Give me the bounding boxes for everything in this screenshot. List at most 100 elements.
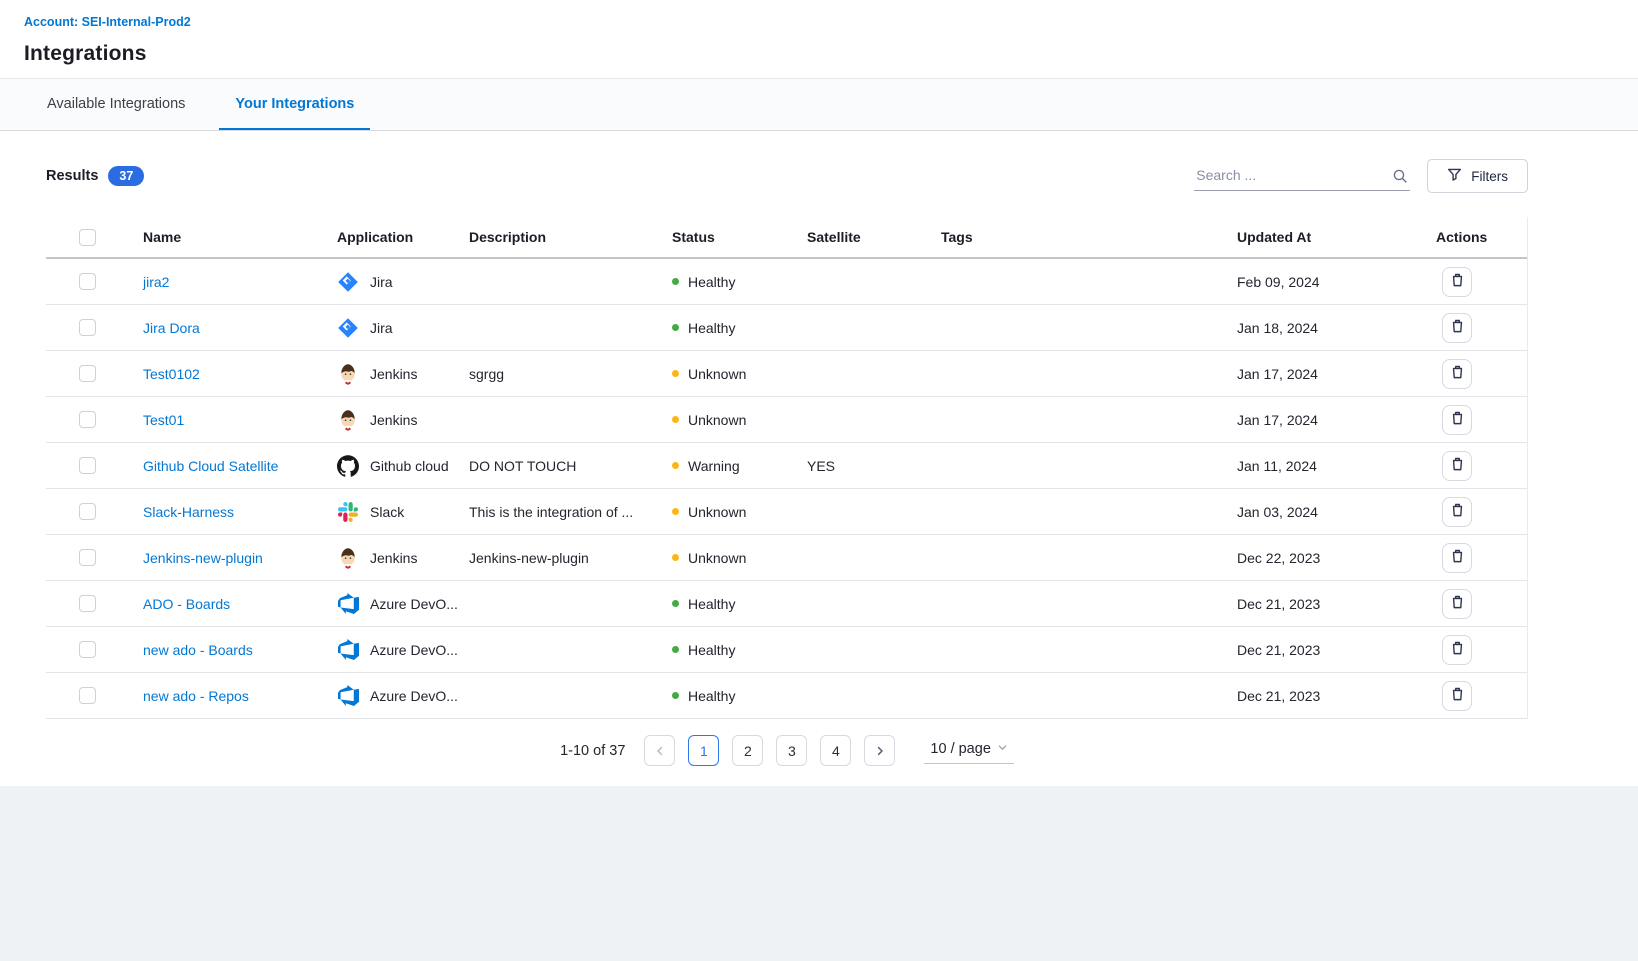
table-row: new ado - Boards Azure DevO... Healthy D… — [46, 627, 1527, 673]
chevron-right-icon — [874, 745, 886, 757]
integration-name-link[interactable]: Jenkins-new-plugin — [143, 550, 263, 566]
select-all-checkbox[interactable] — [79, 229, 96, 246]
results-count-badge: 37 — [108, 166, 144, 186]
table-row: new ado - Repos Azure DevO... Healthy De… — [46, 673, 1527, 719]
row-description: Jenkins-new-plugin — [469, 550, 672, 566]
filters-button-label: Filters — [1471, 169, 1508, 184]
row-updated-at: Feb 09, 2024 — [1237, 274, 1436, 290]
integration-name-link[interactable]: jira2 — [143, 274, 169, 290]
status-dot-icon — [672, 554, 679, 561]
table-row: Test0102 Jenkins sgrgg Unknown Jan 17, 2… — [46, 351, 1527, 397]
row-description: This is the integration of ... — [469, 504, 672, 520]
trash-icon — [1450, 640, 1465, 659]
trash-icon — [1450, 548, 1465, 567]
row-updated-at: Jan 18, 2024 — [1237, 320, 1436, 336]
tab-bar: Available Integrations Your Integrations — [0, 79, 1638, 131]
status-label: Healthy — [688, 274, 735, 290]
column-header-name: Name — [143, 229, 337, 245]
row-updated-at: Dec 22, 2023 — [1237, 550, 1436, 566]
row-description: DO NOT TOUCH — [469, 458, 672, 474]
row-checkbox[interactable] — [79, 411, 96, 428]
status-dot-icon — [672, 692, 679, 699]
application-label: Azure DevO... — [370, 688, 458, 704]
integration-name-link[interactable]: Slack-Harness — [143, 504, 234, 520]
azure-devops-icon — [337, 593, 359, 615]
page-button-3[interactable]: 3 — [776, 735, 807, 766]
tab-your-integrations[interactable]: Your Integrations — [219, 79, 370, 130]
status-dot-icon — [672, 462, 679, 469]
status-dot-icon — [672, 508, 679, 515]
status-dot-icon — [672, 600, 679, 607]
delete-button[interactable] — [1442, 497, 1472, 527]
next-page-button[interactable] — [864, 735, 895, 766]
status-dot-icon — [672, 370, 679, 377]
page-button-4[interactable]: 4 — [820, 735, 851, 766]
table-row: Test01 Jenkins Unknown Jan 17, 2024 — [46, 397, 1527, 443]
delete-button[interactable] — [1442, 451, 1472, 481]
row-description: sgrgg — [469, 366, 672, 382]
status-label: Unknown — [688, 412, 746, 428]
row-checkbox[interactable] — [79, 503, 96, 520]
integration-name-link[interactable]: Github Cloud Satellite — [143, 458, 278, 474]
delete-button[interactable] — [1442, 313, 1472, 343]
search-input[interactable] — [1194, 161, 1410, 191]
column-header-tags: Tags — [941, 229, 1237, 245]
delete-button[interactable] — [1442, 589, 1472, 619]
trash-icon — [1450, 364, 1465, 383]
integration-name-link[interactable]: ADO - Boards — [143, 596, 230, 612]
row-checkbox[interactable] — [79, 641, 96, 658]
account-breadcrumb[interactable]: Account: SEI-Internal-Prod2 — [24, 15, 191, 29]
delete-button[interactable] — [1442, 267, 1472, 297]
row-checkbox[interactable] — [79, 687, 96, 704]
table-row: Jenkins-new-plugin Jenkins Jenkins-new-p… — [46, 535, 1527, 581]
row-checkbox[interactable] — [79, 365, 96, 382]
integration-name-link[interactable]: new ado - Boards — [143, 642, 253, 658]
page-button-2[interactable]: 2 — [732, 735, 763, 766]
trash-icon — [1450, 686, 1465, 705]
slack-icon — [337, 501, 359, 523]
table-body: jira2 Jira Healthy Feb 09, 2024 Jira Dor… — [46, 259, 1527, 719]
delete-button[interactable] — [1442, 405, 1472, 435]
integration-name-link[interactable]: Test01 — [143, 412, 184, 428]
column-header-description: Description — [469, 229, 672, 245]
status-label: Unknown — [688, 366, 746, 382]
row-checkbox[interactable] — [79, 457, 96, 474]
row-checkbox[interactable] — [79, 595, 96, 612]
row-satellite: YES — [807, 458, 941, 474]
filters-button[interactable]: Filters — [1427, 159, 1528, 193]
delete-button[interactable] — [1442, 635, 1472, 665]
integration-name-link[interactable]: Jira Dora — [143, 320, 200, 336]
status-label: Unknown — [688, 550, 746, 566]
table-row: Jira Dora Jira Healthy Jan 18, 2024 — [46, 305, 1527, 351]
page-size-select[interactable]: 10 / page — [924, 737, 1013, 764]
status-label: Healthy — [688, 642, 735, 658]
row-updated-at: Jan 17, 2024 — [1237, 366, 1436, 382]
delete-button[interactable] — [1442, 681, 1472, 711]
status-dot-icon — [672, 278, 679, 285]
status-label: Unknown — [688, 504, 746, 520]
application-label: Jira — [370, 274, 393, 290]
github-icon — [337, 455, 359, 477]
integration-name-link[interactable]: Test0102 — [143, 366, 200, 382]
status-label: Warning — [688, 458, 740, 474]
status-dot-icon — [672, 646, 679, 653]
row-checkbox[interactable] — [79, 319, 96, 336]
jira-icon — [337, 271, 359, 293]
row-checkbox[interactable] — [79, 549, 96, 566]
table-row: Slack-Harness Slack This is the integrat… — [46, 489, 1527, 535]
jenkins-icon — [337, 363, 359, 385]
trash-icon — [1450, 410, 1465, 429]
status-label: Healthy — [688, 596, 735, 612]
status-dot-icon — [672, 416, 679, 423]
trash-icon — [1450, 318, 1465, 337]
prev-page-button[interactable] — [644, 735, 675, 766]
delete-button[interactable] — [1442, 359, 1472, 389]
delete-button[interactable] — [1442, 543, 1472, 573]
trash-icon — [1450, 456, 1465, 475]
column-header-actions: Actions — [1436, 229, 1527, 245]
row-checkbox[interactable] — [79, 273, 96, 290]
integration-name-link[interactable]: new ado - Repos — [143, 688, 249, 704]
tab-available-integrations[interactable]: Available Integrations — [31, 79, 201, 130]
page-button-1[interactable]: 1 — [688, 735, 719, 766]
jenkins-icon — [337, 547, 359, 569]
